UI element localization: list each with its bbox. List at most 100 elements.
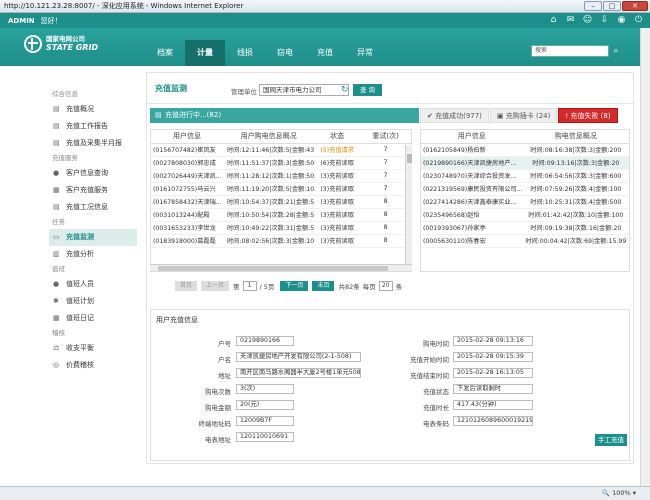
field-label: 户名 bbox=[218, 356, 231, 364]
zoom-level[interactable]: 🔍 100% ▾ bbox=[602, 489, 636, 497]
table-row[interactable]: (0162105849)杨伯新 时间:08:16:38|次数:3|金额:200 bbox=[421, 143, 629, 157]
first-page-button[interactable]: 首页 bbox=[175, 281, 198, 291]
sidebar-group: 综合信息 bbox=[52, 90, 78, 98]
unit-select[interactable]: 国网天津市电力公司 bbox=[259, 84, 349, 96]
sidebar-item-recharge-monitor[interactable]: ▭ 充值监测 bbox=[49, 229, 137, 246]
field-value: 121012608960001921932 bbox=[453, 416, 533, 426]
main-panel: 充值监测 管理单位 国网天津市电力公司 ↻ 查 询 充值进行中...(82) ✔… bbox=[146, 72, 635, 464]
sidebar-item[interactable]: ▤ 充值及采集半月报 bbox=[49, 135, 137, 152]
page-input[interactable]: 1 bbox=[242, 281, 257, 291]
nav-item-metering[interactable]: 计量 bbox=[185, 40, 225, 66]
sidebar-item[interactable]: ◎ 价费稽核 bbox=[49, 357, 137, 374]
coin-icon: ◎ bbox=[53, 361, 60, 369]
table-row[interactable]: (0230748970)天津综合投资发... 时间:06:54:56|次数:3|金… bbox=[421, 169, 629, 183]
close-button[interactable]: ✕ bbox=[622, 1, 648, 11]
user-bar: ADMIN 您好！ ⌂ ✉ ☺ ⇩ ◉ ⏻ bbox=[0, 13, 650, 28]
sidebar-item-label: 值班人员 bbox=[66, 280, 94, 288]
nav-item-theft[interactable]: 窃电 bbox=[265, 40, 305, 66]
logo-en: STATE GRID bbox=[46, 43, 99, 52]
sidebar-item-label: 充值监测 bbox=[66, 233, 94, 241]
last-page-button[interactable]: 末页 bbox=[312, 281, 335, 291]
tab-fail[interactable]: ! 充值失败 (8) bbox=[558, 108, 618, 123]
manual-recharge-button[interactable]: 手工充值 bbox=[595, 434, 627, 446]
cell: 时间:11:19:20|次数:5|金额:10 bbox=[223, 182, 315, 196]
nav-item-line-loss[interactable]: 线损 bbox=[225, 40, 265, 66]
toolbar-icons: ⌂ ✉ ☺ ⇩ ◉ ⏻ bbox=[548, 15, 644, 26]
sidebar-item[interactable]: ▤ 充值工况信息 bbox=[49, 199, 137, 216]
table-row[interactable]: (0167858432)天津瑞... 时间:10:54:37|次数:21|金额:5… bbox=[151, 195, 411, 209]
per-page-input[interactable]: 20 bbox=[378, 281, 393, 291]
next-page-button[interactable]: 下一页 bbox=[280, 281, 309, 291]
nav-item-abnormal[interactable]: 异常 bbox=[345, 40, 385, 66]
table-row[interactable]: (0221319569)康民投资有限公司... 时间:07:59:26|次数:4|… bbox=[421, 182, 629, 196]
home-icon[interactable]: ⌂ bbox=[548, 15, 559, 26]
sidebar-item[interactable]: ✱ 值班计划 bbox=[49, 293, 137, 310]
vertical-scrollbar[interactable] bbox=[405, 145, 412, 271]
unit-label: 管理单位 bbox=[231, 88, 257, 96]
table-row[interactable]: (0156707482)崔凤友 时间:12:11:46|次数:5|金额:43 (5)… bbox=[151, 143, 411, 157]
sidebar-item[interactable]: ▤ 充值概况 bbox=[49, 101, 137, 118]
tab-in-progress[interactable]: 充值进行中...(82) bbox=[150, 108, 419, 123]
page-title: 充值监测 bbox=[155, 84, 187, 93]
cell: (0019393067)孙家亭 bbox=[421, 221, 523, 235]
search-icon[interactable]: ⌕ bbox=[610, 45, 622, 57]
cell: (0183918000)葛磊磊 bbox=[151, 234, 223, 248]
user-icon[interactable]: ☺ bbox=[582, 15, 593, 26]
sidebar-item[interactable]: ▦ 客户充值服务 bbox=[49, 182, 137, 199]
query-button[interactable]: 查 询 bbox=[353, 84, 382, 96]
tab-card[interactable]: ▣ 充购插卡 (24) bbox=[489, 108, 558, 123]
refresh-icon[interactable]: ↻ bbox=[341, 85, 351, 95]
logout-icon[interactable]: ⏻ bbox=[633, 15, 644, 26]
sidebar-group: 稽核 bbox=[52, 329, 65, 337]
zoom-value: 100% bbox=[612, 489, 631, 497]
search-input[interactable]: 搜索 bbox=[531, 45, 609, 57]
scroll-thumb[interactable] bbox=[158, 266, 388, 271]
sidebar-item[interactable]: ● 客户信息查询 bbox=[49, 165, 137, 182]
status-cell: (6)充前读取 bbox=[314, 156, 361, 170]
sidebar-item-label: 值班计划 bbox=[66, 297, 94, 305]
status-cell: (3)充前读取 bbox=[314, 208, 361, 222]
nav-item-recharge[interactable]: 充值 bbox=[305, 40, 345, 66]
table-row[interactable]: (0027808030)郭忠成 时间:11:51:37|次数:3|金额:50 (6)… bbox=[151, 156, 411, 170]
table-row[interactable]: (0005630110)陈春宏 时间:00:04:42|次数:69|金额:15.9… bbox=[421, 234, 629, 248]
sidebar-item[interactable]: ⚖ 收支平衡 bbox=[49, 340, 137, 357]
field-value: 天津凯捷房地产开发有限公司(2-1-508) bbox=[236, 352, 361, 362]
scroll-thumb[interactable] bbox=[407, 154, 412, 163]
calendar-icon: ▦ bbox=[53, 314, 60, 322]
status-cell: (3)充前读取 bbox=[314, 221, 361, 235]
horizontal-scrollbar[interactable] bbox=[150, 264, 412, 271]
download-icon[interactable]: ⇩ bbox=[599, 15, 610, 26]
table-row[interactable]: (0235496568)赵怡 时间:01:42:42|次数:10|金额:100 bbox=[421, 208, 629, 222]
grid-icon: ▦ bbox=[53, 186, 60, 194]
sidebar-item[interactable]: ▤ 充值工作报告 bbox=[49, 118, 137, 135]
table-row[interactable]: (0161072755)马云兴 时间:11:19:20|次数:5|金额:10 (3)… bbox=[151, 182, 411, 196]
table-row[interactable]: (0227414286)天津鑫泰康实业... 时间:10:25:31|次数:4|金… bbox=[421, 195, 629, 209]
sidebar-item-label: 值班日记 bbox=[66, 314, 94, 322]
maximize-button[interactable]: □ bbox=[603, 1, 621, 11]
window-title: http://10.121.23.28:8007/ - 深化应用系统 - Win… bbox=[4, 2, 244, 10]
field-value: 12009B7F bbox=[236, 416, 294, 426]
mail-icon[interactable]: ✉ bbox=[565, 15, 576, 26]
tab-success[interactable]: ✔ 充值成功(977) bbox=[420, 108, 489, 123]
cell: 时间:11:28:12|次数:1|金额:50 bbox=[223, 169, 315, 183]
table-row-selected[interactable]: (0219890166)天津凯捷房地产... 时间:09:13:16|次数:3|金… bbox=[421, 156, 629, 170]
minimize-button[interactable]: – bbox=[584, 1, 602, 11]
page-scrollbar[interactable] bbox=[640, 28, 650, 486]
cell: 时间:08:16:38|次数:3|金额:200 bbox=[522, 143, 629, 157]
prev-page-button[interactable]: 上一页 bbox=[201, 281, 230, 291]
table-row[interactable]: (0031013244)配殿 时间:10:50:54|次数:28|金额:5 (3)充… bbox=[151, 208, 411, 222]
eye-icon[interactable]: ◉ bbox=[616, 15, 627, 26]
sidebar-item[interactable]: ● 值班人员 bbox=[49, 276, 137, 293]
field-value: 120110010691 bbox=[236, 432, 294, 442]
table-row[interactable]: (0031653233)李世龙 时间:10:49:22|次数:31|金额:5 (3)… bbox=[151, 221, 411, 235]
table-row[interactable]: (0027026449)天津凯... 时间:11:28:12|次数:1|金额:50… bbox=[151, 169, 411, 183]
table-row[interactable]: (0019393067)孙家亭 时间:09:19:38|次数:16|金额:20 bbox=[421, 221, 629, 235]
document-icon: ▤ bbox=[53, 139, 60, 147]
table-row[interactable]: (0183918000)葛磊磊 时间:08:02:56|次数:3|金额:10 (3)… bbox=[151, 234, 411, 248]
per-page-unit: 条 bbox=[395, 283, 403, 291]
cell: 8 bbox=[360, 221, 411, 235]
sidebar-item[interactable]: ▥ 充值分析 bbox=[49, 246, 137, 263]
sidebar-item[interactable]: ▦ 值班日记 bbox=[49, 310, 137, 327]
nav-item-archive[interactable]: 档案 bbox=[145, 40, 185, 66]
username: ADMIN bbox=[8, 16, 35, 25]
